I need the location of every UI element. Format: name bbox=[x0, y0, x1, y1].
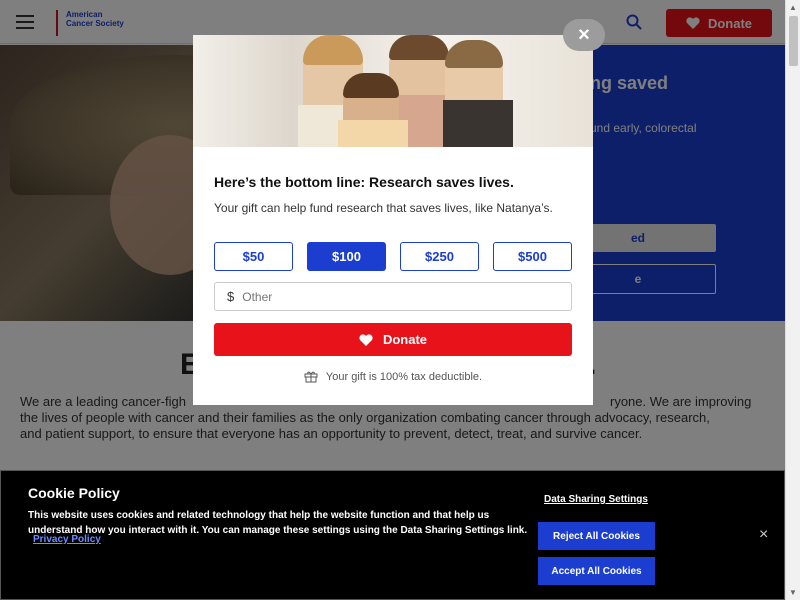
scroll-up-arrow[interactable]: ▲ bbox=[789, 3, 797, 12]
photo-person-2-hair bbox=[343, 73, 399, 98]
gift-icon bbox=[304, 371, 318, 383]
modal-photo bbox=[193, 35, 593, 147]
cookie-close-icon[interactable]: × bbox=[759, 526, 768, 544]
accept-all-cookies-button[interactable]: Accept All Cookies bbox=[538, 557, 655, 585]
close-icon: × bbox=[578, 23, 590, 46]
scroll-down-arrow[interactable]: ▼ bbox=[789, 588, 797, 597]
photo-person-4-hair bbox=[445, 40, 503, 68]
amount-options: $50 $100 $250 $500 bbox=[214, 242, 572, 271]
photo-person-4-body bbox=[443, 100, 513, 147]
photo-person-1-hair bbox=[303, 35, 363, 65]
amount-250-button[interactable]: $250 bbox=[400, 242, 479, 271]
cookie-banner: Cookie Policy This website uses cookies … bbox=[0, 470, 785, 600]
modal-close-button[interactable]: × bbox=[563, 19, 605, 51]
other-amount-field[interactable]: $ bbox=[214, 282, 572, 311]
amount-100-button[interactable]: $100 bbox=[307, 242, 386, 271]
privacy-policy-link[interactable]: Privacy Policy bbox=[33, 534, 101, 545]
cookie-title: Cookie Policy bbox=[28, 485, 120, 501]
modal-title: Here’s the bottom line: Research saves l… bbox=[214, 174, 514, 190]
modal-donate-label: Donate bbox=[382, 332, 428, 347]
reject-all-cookies-button[interactable]: Reject All Cookies bbox=[538, 522, 655, 550]
photo-person-3-hair bbox=[389, 35, 449, 60]
tax-note: Your gift is 100% tax deductible. bbox=[193, 370, 593, 383]
modal-text: Your gift can help fund research that sa… bbox=[214, 201, 553, 215]
modal-donate-button[interactable]: Donate bbox=[214, 323, 572, 356]
cookie-text: This website uses cookies and related te… bbox=[28, 510, 528, 536]
photo-person-2-body bbox=[338, 120, 408, 147]
dollar-icon: $ bbox=[227, 289, 235, 304]
amount-50-button[interactable]: $50 bbox=[214, 242, 293, 271]
scroll-thumb[interactable] bbox=[789, 16, 798, 66]
tax-text: Your gift is 100% tax deductible. bbox=[325, 370, 483, 383]
amount-500-button[interactable]: $500 bbox=[493, 242, 572, 271]
page-scrollbar[interactable]: ▲ ▼ bbox=[785, 0, 800, 600]
heart-icon bbox=[359, 333, 373, 346]
other-amount-input[interactable] bbox=[242, 289, 543, 304]
data-sharing-settings-link[interactable]: Data Sharing Settings bbox=[544, 494, 648, 505]
donation-modal: Here’s the bottom line: Research saves l… bbox=[193, 35, 593, 405]
